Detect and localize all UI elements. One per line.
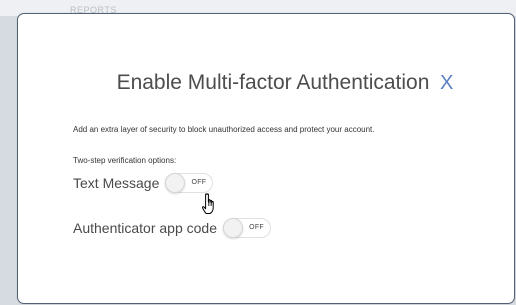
hand-pointer-icon <box>201 193 214 214</box>
toggle-knob <box>165 173 186 193</box>
option-text-message: Text Message OFF <box>73 171 214 195</box>
mfa-modal: Enable Multi-factor Authentication X Add… <box>18 14 514 303</box>
text-message-toggle[interactable]: OFF <box>165 173 214 193</box>
toggle-knob <box>223 218 243 238</box>
option-authenticator-app: Authenticator app code OFF <box>73 216 271 240</box>
toggle-state-text: OFF <box>191 179 207 186</box>
option-label-authenticator-app: Authenticator app code <box>73 220 217 236</box>
options-heading: Two-step verification options: <box>73 156 177 165</box>
modal-description: Add an extra layer of security to block … <box>73 125 375 134</box>
authenticator-app-toggle[interactable]: OFF <box>223 218 271 238</box>
close-button[interactable]: X <box>440 71 453 95</box>
option-label-text-message: Text Message <box>73 175 160 191</box>
toggle-state-text: OFF <box>249 224 264 231</box>
